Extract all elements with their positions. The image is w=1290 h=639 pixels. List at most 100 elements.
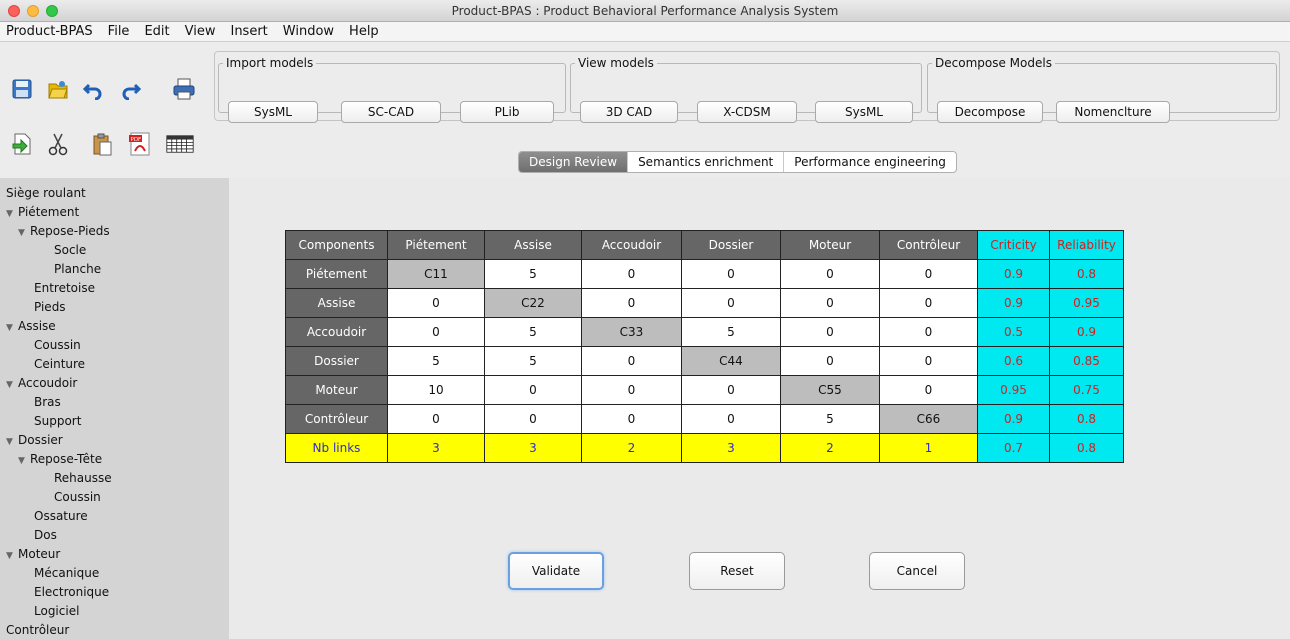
view-sysml-button[interactable]: SysML — [815, 101, 913, 123]
tree-item[interactable]: Bras — [34, 395, 61, 410]
expand-triangle-icon[interactable]: ▼ — [6, 435, 18, 450]
import-plib-button[interactable]: PLib — [460, 101, 554, 123]
tree-item[interactable]: Planche — [54, 262, 101, 277]
matrix-cell[interactable]: 5 — [780, 404, 880, 434]
table-icon[interactable] — [166, 130, 194, 158]
matrix-cell[interactable]: 0 — [581, 288, 682, 318]
import-sysml-button[interactable]: SysML — [228, 101, 318, 123]
matrix-cell[interactable]: 0 — [681, 259, 781, 289]
tree-item[interactable]: Entretoise — [34, 281, 95, 296]
expand-triangle-icon[interactable]: ▼ — [6, 207, 18, 222]
matrix-cell[interactable]: 0 — [879, 346, 978, 376]
menu-view[interactable]: View — [185, 24, 216, 39]
criticity-cell[interactable]: 0.9 — [977, 259, 1050, 289]
matrix-cell[interactable]: C44 — [681, 346, 781, 376]
tree-item[interactable]: Socle — [54, 243, 86, 258]
print-icon[interactable] — [170, 75, 198, 103]
matrix-cell[interactable]: C22 — [484, 288, 582, 318]
criticity-cell[interactable]: 0.5 — [977, 317, 1050, 347]
matrix-cell[interactable]: 0 — [387, 317, 485, 347]
criticity-cell[interactable]: 0.9 — [977, 404, 1050, 434]
matrix-cell[interactable]: 0 — [681, 404, 781, 434]
reliability-cell[interactable]: 0.75 — [1049, 375, 1124, 405]
matrix-cell[interactable]: 0 — [484, 375, 582, 405]
tree-item[interactable]: Contrôleur — [6, 623, 69, 638]
matrix-cell[interactable]: 5 — [387, 346, 485, 376]
matrix-cell[interactable]: 5 — [484, 346, 582, 376]
reliability-cell[interactable]: 0.95 — [1049, 288, 1124, 318]
matrix-cell[interactable]: 0 — [879, 288, 978, 318]
tree-item[interactable]: Coussin — [54, 490, 101, 505]
save-icon[interactable] — [8, 75, 36, 103]
matrix-cell[interactable]: 0 — [780, 346, 880, 376]
matrix-cell[interactable]: 0 — [581, 346, 682, 376]
expand-triangle-icon[interactable]: ▼ — [18, 454, 30, 469]
tree-item[interactable]: ▼ Dossier — [6, 433, 63, 450]
decompose-button[interactable]: Decompose — [937, 101, 1043, 123]
menu-window[interactable]: Window — [283, 24, 334, 39]
matrix-cell[interactable]: 0 — [780, 317, 880, 347]
matrix-cell[interactable]: 0 — [879, 259, 978, 289]
tree-item[interactable]: Coussin — [34, 338, 81, 353]
reliability-cell[interactable]: 0.9 — [1049, 317, 1124, 347]
matrix-cell[interactable]: 0 — [879, 375, 978, 405]
tree-item[interactable]: Pieds — [34, 300, 66, 315]
view-xcdsm-button[interactable]: X-CDSM — [697, 101, 797, 123]
matrix-cell[interactable]: 0 — [387, 288, 485, 318]
menu-app[interactable]: Product-BPAS — [6, 24, 93, 39]
tree-item[interactable]: ▼ Assise — [6, 319, 56, 336]
matrix-cell[interactable]: C66 — [879, 404, 978, 434]
tree-item[interactable]: Dos — [34, 528, 57, 543]
expand-triangle-icon[interactable]: ▼ — [6, 378, 18, 393]
matrix-cell[interactable]: C55 — [780, 375, 880, 405]
tree-item[interactable]: ▼ Piétement — [6, 205, 79, 222]
matrix-cell[interactable]: 0 — [484, 404, 582, 434]
tree-item[interactable]: Support — [34, 414, 81, 429]
open-icon[interactable] — [44, 75, 72, 103]
import-icon[interactable] — [8, 130, 36, 158]
tree-item[interactable]: ▼ Repose-Pieds — [18, 224, 110, 241]
menu-help[interactable]: Help — [349, 24, 379, 39]
paste-icon[interactable] — [88, 130, 116, 158]
pdf-icon[interactable]: PDF — [126, 130, 154, 158]
tree-item[interactable]: Ossature — [34, 509, 88, 524]
tree-item[interactable]: ▼ Moteur — [6, 547, 60, 564]
matrix-cell[interactable]: 0 — [681, 288, 781, 318]
import-sccad-button[interactable]: SC-CAD — [341, 101, 441, 123]
matrix-cell[interactable]: C11 — [387, 259, 485, 289]
tree-item[interactable]: ▼ Repose-Tête — [18, 452, 102, 469]
reliability-cell[interactable]: 0.8 — [1049, 404, 1124, 434]
tab-semantics-enrichment[interactable]: Semantics enrichment — [628, 152, 785, 172]
reliability-cell[interactable]: 0.85 — [1049, 346, 1124, 376]
matrix-cell[interactable]: 5 — [484, 317, 582, 347]
matrix-cell[interactable]: 0 — [780, 259, 880, 289]
criticity-cell[interactable]: 0.6 — [977, 346, 1050, 376]
matrix-cell[interactable]: 0 — [581, 375, 682, 405]
undo-icon[interactable] — [80, 75, 108, 103]
criticity-cell[interactable]: 0.95 — [977, 375, 1050, 405]
menu-edit[interactable]: Edit — [144, 24, 169, 39]
matrix-cell[interactable]: 10 — [387, 375, 485, 405]
matrix-cell[interactable]: 0 — [581, 404, 682, 434]
nomenclature-button[interactable]: Nomenclture — [1056, 101, 1170, 123]
tab-performance-engineering[interactable]: Performance engineering — [784, 152, 956, 172]
menu-insert[interactable]: Insert — [230, 24, 267, 39]
matrix-cell[interactable]: 0 — [387, 404, 485, 434]
expand-triangle-icon[interactable]: ▼ — [6, 321, 18, 336]
matrix-cell[interactable]: 5 — [484, 259, 582, 289]
criticity-cell[interactable]: 0.9 — [977, 288, 1050, 318]
reliability-cell[interactable]: 0.8 — [1049, 259, 1124, 289]
redo-icon[interactable] — [116, 75, 144, 103]
validate-button[interactable]: Validate — [508, 552, 604, 590]
view-3dcad-button[interactable]: 3D CAD — [580, 101, 678, 123]
tree-item[interactable]: Logiciel — [34, 604, 79, 619]
cut-icon[interactable] — [44, 130, 72, 158]
tree-item[interactable]: Mécanique — [34, 566, 99, 581]
matrix-cell[interactable]: 0 — [780, 288, 880, 318]
matrix-cell[interactable]: C33 — [581, 317, 682, 347]
expand-triangle-icon[interactable]: ▼ — [6, 549, 18, 564]
tab-design-review[interactable]: Design Review — [519, 152, 629, 172]
reset-button[interactable]: Reset — [689, 552, 785, 590]
expand-triangle-icon[interactable]: ▼ — [18, 226, 30, 241]
matrix-cell[interactable]: 5 — [681, 317, 781, 347]
